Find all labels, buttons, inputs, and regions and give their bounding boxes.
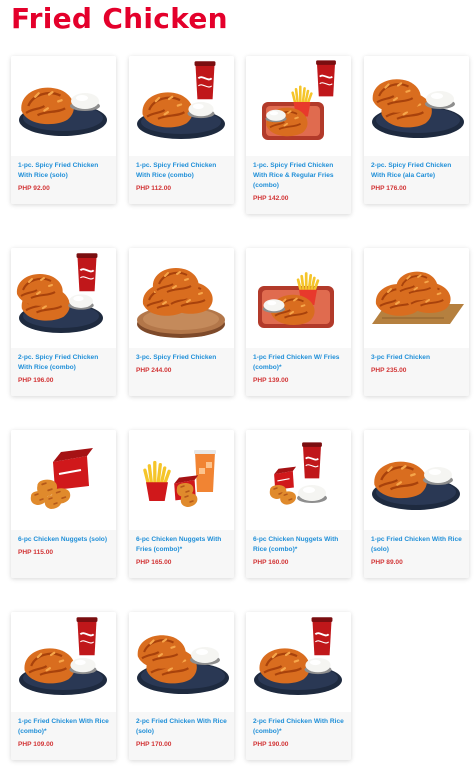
chicken-rice-plate-icon xyxy=(372,461,460,510)
product-name[interactable]: 2-pc Fried Chicken With Rice (solo) xyxy=(136,717,228,737)
two-chicken-rice-drink-icon xyxy=(16,253,103,333)
product-card[interactable]: 6-pc Chicken Nuggets With Fries (combo)*… xyxy=(129,430,234,578)
product-name[interactable]: 1-pc Fried Chicken W/ Fries (combo)* xyxy=(253,353,345,373)
product-info: 2-pc Fried Chicken With Rice (combo)* PH… xyxy=(246,712,351,760)
product-name[interactable]: 6-pc Chicken Nuggets (solo) xyxy=(18,535,110,545)
product-image[interactable] xyxy=(129,430,234,530)
chicken-rice-drink-icon xyxy=(254,617,342,695)
product-info: 1-pc. Spicy Fried Chicken With Rice (sol… xyxy=(11,156,116,204)
product-name[interactable]: 3-pc Fried Chicken xyxy=(371,353,463,363)
chicken-fries-tray-drink-icon xyxy=(262,60,336,140)
product-info: 1-pc Fried Chicken W/ Fries (combo)* PHP… xyxy=(246,348,351,396)
product-info: 1-pc Fried Chicken With Rice (combo)* PH… xyxy=(11,712,116,760)
nuggets-fries-iced-tea-icon xyxy=(143,450,216,507)
three-chicken-plank-icon xyxy=(372,271,464,324)
product-name[interactable]: 3-pc. Spicy Fried Chicken xyxy=(136,353,228,363)
product-image[interactable] xyxy=(246,612,351,712)
product-info: 1-pc Fried Chicken With Rice (solo) PHP … xyxy=(364,530,469,578)
product-card[interactable]: 3-pc. Spicy Fried Chicken PHP 244.00 xyxy=(129,248,234,396)
product-info: 6-pc Chicken Nuggets (solo) PHP 115.00 xyxy=(11,530,116,578)
product-card[interactable]: 2-pc Fried Chicken With Rice (solo) PHP … xyxy=(129,612,234,760)
product-name[interactable]: 1-pc Fried Chicken With Rice (solo) xyxy=(371,535,463,555)
three-chicken-board-icon xyxy=(137,268,225,338)
product-image[interactable] xyxy=(129,612,234,712)
product-price: PHP 176.00 xyxy=(371,185,407,192)
product-price: PHP 170.00 xyxy=(136,741,172,748)
product-info: 2-pc Fried Chicken With Rice (solo) PHP … xyxy=(129,712,234,760)
product-info: 3-pc Fried Chicken PHP 235.00 xyxy=(364,348,469,396)
chicken-rice-drink-icon xyxy=(19,617,107,695)
product-price: PHP 196.00 xyxy=(18,377,54,384)
product-name[interactable]: 1-pc. Spicy Fried Chicken With Rice (com… xyxy=(136,161,228,181)
product-price: PHP 244.00 xyxy=(136,367,172,374)
two-chicken-rice-plate-icon xyxy=(137,635,229,694)
product-card[interactable]: 1-pc. Spicy Fried Chicken With Rice (com… xyxy=(129,56,234,204)
product-price: PHP 112.00 xyxy=(136,185,172,192)
product-price: PHP 235.00 xyxy=(371,367,407,374)
product-card[interactable]: 6-pc Chicken Nuggets With Rice (combo)* … xyxy=(246,430,351,578)
product-info: 6-pc Chicken Nuggets With Fries (combo)*… xyxy=(129,530,234,578)
product-name[interactable]: 1-pc Fried Chicken With Rice (combo)* xyxy=(18,717,110,737)
product-price: PHP 139.00 xyxy=(253,377,289,384)
product-card[interactable]: 2-pc Fried Chicken With Rice (combo)* PH… xyxy=(246,612,351,760)
product-card[interactable]: 6-pc Chicken Nuggets (solo) PHP 115.00 xyxy=(11,430,116,578)
product-name[interactable]: 6-pc Chicken Nuggets With Rice (combo)* xyxy=(253,535,345,555)
product-info: 1-pc. Spicy Fried Chicken With Rice & Re… xyxy=(246,156,351,214)
product-card[interactable]: 2-pc. Spicy Fried Chicken With Rice (ala… xyxy=(364,56,469,204)
product-price: PHP 109.00 xyxy=(18,741,54,748)
product-info: 3-pc. Spicy Fried Chicken PHP 244.00 xyxy=(129,348,234,396)
product-image[interactable] xyxy=(364,430,469,530)
product-image[interactable] xyxy=(11,430,116,530)
product-image[interactable] xyxy=(246,430,351,530)
nuggets-box-icon xyxy=(30,448,93,509)
product-info: 6-pc Chicken Nuggets With Rice (combo)* … xyxy=(246,530,351,578)
product-image[interactable] xyxy=(246,56,351,156)
product-card[interactable]: 3-pc Fried Chicken PHP 235.00 xyxy=(364,248,469,396)
product-price: PHP 142.00 xyxy=(253,195,289,202)
product-image[interactable] xyxy=(364,56,469,156)
chicken-fries-tray-icon xyxy=(258,272,334,328)
product-image[interactable] xyxy=(11,612,116,712)
product-card[interactable]: 2-pc. Spicy Fried Chicken With Rice (com… xyxy=(11,248,116,396)
product-name[interactable]: 2-pc. Spicy Fried Chicken With Rice (com… xyxy=(18,353,110,373)
product-card[interactable]: 1-pc. Spicy Fried Chicken With Rice & Re… xyxy=(246,56,351,214)
two-chicken-rice-plate-icon xyxy=(372,79,464,138)
product-image[interactable] xyxy=(11,56,116,156)
product-price: PHP 165.00 xyxy=(136,559,172,566)
product-info: 2-pc. Spicy Fried Chicken With Rice (ala… xyxy=(364,156,469,204)
product-name[interactable]: 2-pc Fried Chicken With Rice (combo)* xyxy=(253,717,345,737)
product-grid: 1-pc. Spicy Fried Chicken With Rice (sol… xyxy=(0,0,474,775)
product-name[interactable]: 6-pc Chicken Nuggets With Fries (combo)* xyxy=(136,535,228,555)
product-card[interactable]: 1-pc Fried Chicken With Rice (solo) PHP … xyxy=(364,430,469,578)
product-card[interactable]: 1-pc Fried Chicken W/ Fries (combo)* PHP… xyxy=(246,248,351,396)
product-info: 1-pc. Spicy Fried Chicken With Rice (com… xyxy=(129,156,234,204)
product-image[interactable] xyxy=(129,56,234,156)
product-name[interactable]: 1-pc. Spicy Fried Chicken With Rice (sol… xyxy=(18,161,110,181)
product-card[interactable]: 1-pc. Spicy Fried Chicken With Rice (sol… xyxy=(11,56,116,204)
product-image[interactable] xyxy=(129,248,234,348)
product-price: PHP 92.00 xyxy=(18,185,50,192)
product-info: 2-pc. Spicy Fried Chicken With Rice (com… xyxy=(11,348,116,396)
product-price: PHP 190.00 xyxy=(253,741,289,748)
chicken-rice-drink-icon xyxy=(137,61,225,139)
product-name[interactable]: 1-pc. Spicy Fried Chicken With Rice & Re… xyxy=(253,161,345,191)
product-image[interactable] xyxy=(246,248,351,348)
product-price: PHP 115.00 xyxy=(18,549,54,556)
product-image[interactable] xyxy=(364,248,469,348)
product-image[interactable] xyxy=(11,248,116,348)
product-price: PHP 89.00 xyxy=(371,559,403,566)
nuggets-rice-drink-icon xyxy=(269,442,327,505)
product-card[interactable]: 1-pc Fried Chicken With Rice (combo)* PH… xyxy=(11,612,116,760)
product-price: PHP 160.00 xyxy=(253,559,289,566)
chicken-rice-plate-icon xyxy=(19,87,107,136)
product-name[interactable]: 2-pc. Spicy Fried Chicken With Rice (ala… xyxy=(371,161,463,181)
